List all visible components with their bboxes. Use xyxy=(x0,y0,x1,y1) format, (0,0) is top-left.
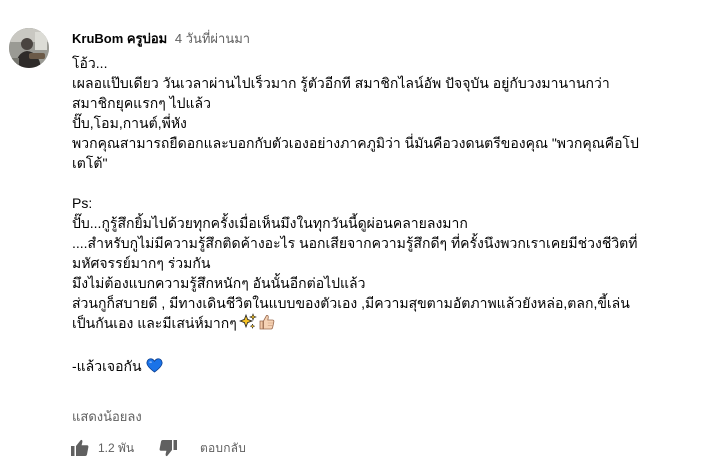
comment-thread: KruBom ครูบ่อม 4 วันที่ผ่านมา โอ้ว... เผ… xyxy=(0,0,728,464)
thumbs-down-icon xyxy=(159,440,177,457)
thumbs-up-icon xyxy=(258,313,276,336)
author-name[interactable]: KruBom ครูบ่อม xyxy=(72,31,167,46)
comment-line-with-emoji: เป็นกันเอง และมีเสน่ห์มากๆ xyxy=(72,313,672,336)
comment-header: KruBom ครูบ่อม 4 วันที่ผ่านมา xyxy=(72,30,250,48)
thumbs-up-icon xyxy=(71,439,89,456)
comment-line: สมาชิกยุคแรกๆ ไปแล้ว xyxy=(72,95,212,111)
comment-text: โอ้ว... เผลอแป๊บเดียว วันเวลาผ่านไปเร็วม… xyxy=(72,53,672,378)
comment-line: โอ้ว... xyxy=(72,55,108,71)
comment-line: มึงไม่ต้องแบกความรู้สึกหนักๆ อันนั้นอีกต… xyxy=(72,275,366,291)
comment-line: Ps: xyxy=(72,195,93,211)
comment-timestamp[interactable]: 4 วันที่ผ่านมา xyxy=(175,31,250,46)
comment-line: เผลอแป๊บเดียว วันเวลาผ่านไปเร็วมาก รู้ตั… xyxy=(72,75,610,91)
reply-button[interactable]: ตอบกลับ xyxy=(200,439,246,457)
comment-line: ส่วนกูก็สบายดี , มีทางเดินชีวิตในแบบของต… xyxy=(72,295,630,311)
comment-line xyxy=(72,336,672,356)
sparkles-icon xyxy=(238,313,257,336)
blue-heart-icon xyxy=(146,358,163,378)
comment-actions: 1.2 พัน ตอบกลับ xyxy=(64,436,364,460)
comment-line: -แล้วเจอกัน xyxy=(72,358,142,374)
show-less-button[interactable]: แสดงน้อยลง xyxy=(72,408,142,426)
like-button[interactable] xyxy=(68,436,92,460)
comment-line: ปั๊บ,โอม,กานต์,พี่หัง xyxy=(72,115,187,131)
dislike-button[interactable] xyxy=(156,436,180,460)
comment-line-with-emoji: -แล้วเจอกัน xyxy=(72,356,672,378)
comment-line: พวกคุณสามารถยืดอกและบอกกับตัวเองอย่างภาค… xyxy=(72,135,639,151)
comment-line: ....สำหรับกูไม่มีความรู้สึกติดค้างอะไร น… xyxy=(72,235,638,251)
comment-line: เตโต้" xyxy=(72,155,108,171)
comment-line xyxy=(72,173,672,193)
like-count: 1.2 พัน xyxy=(98,441,135,455)
avatar[interactable] xyxy=(9,28,49,68)
comment-line: มหัศจรรย์มากๆ ร่วมกัน xyxy=(72,255,211,271)
comment-line: ปั๊บ...กูรู้สึกยิ้มไปด้วยทุกครั้งเมื่อเห… xyxy=(72,215,468,231)
comment-line: เป็นกันเอง และมีเสน่ห์มากๆ xyxy=(72,315,237,331)
